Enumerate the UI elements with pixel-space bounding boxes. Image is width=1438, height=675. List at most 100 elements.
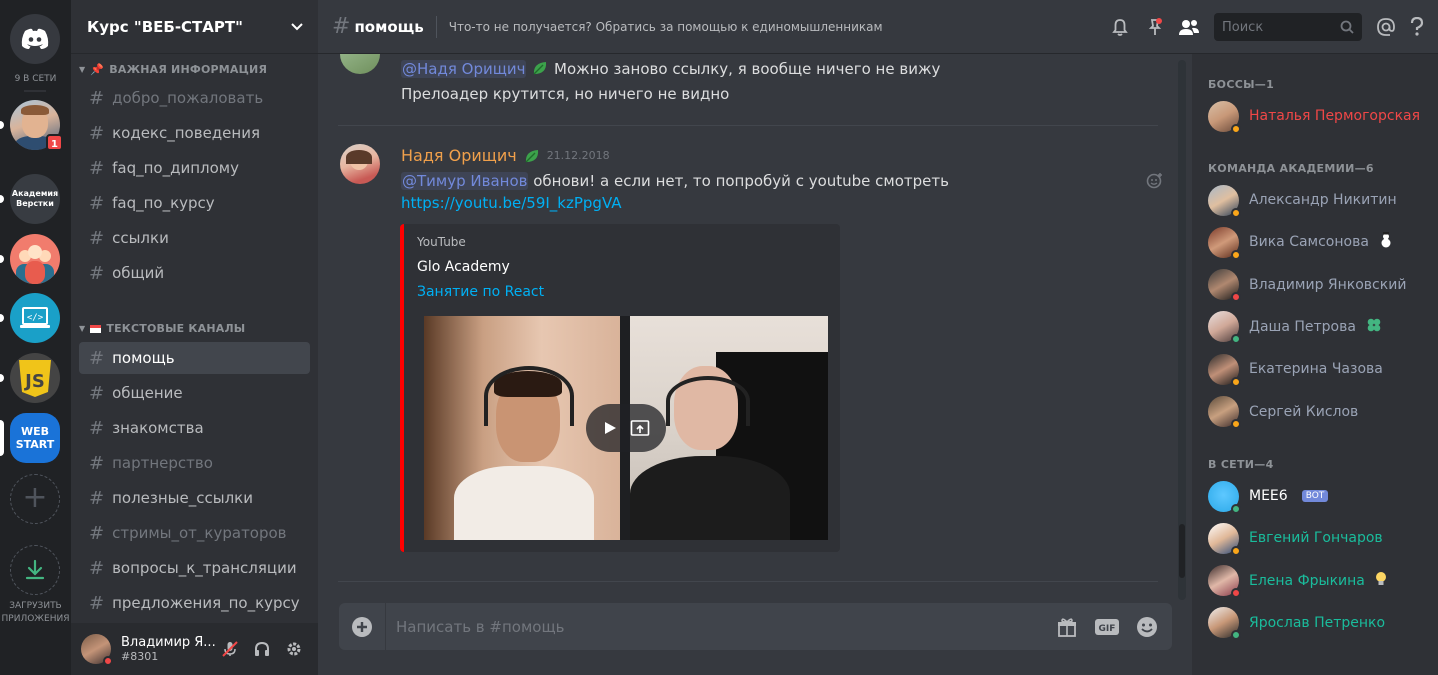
- channel-hash-icon: #: [89, 557, 105, 579]
- channel-title: помощь: [354, 17, 424, 36]
- user-mention[interactable]: @Тимур Иванов: [401, 172, 529, 190]
- message-avatar[interactable]: [340, 144, 380, 184]
- member-ярослав-петренко[interactable]: Ярослав Петренко: [1208, 607, 1385, 641]
- member-avatar: [1208, 480, 1241, 514]
- add-reaction-button[interactable]: [1146, 172, 1164, 194]
- message-divider: [338, 125, 1158, 126]
- channel-партнерство[interactable]: # партнерство: [79, 447, 310, 479]
- notification-bell-icon[interactable]: [1110, 17, 1130, 37]
- user-mention[interactable]: @Надя Орищич: [401, 60, 527, 78]
- status-online-indicator: [1231, 334, 1241, 345]
- user-panel: Владимир Я... #8301: [71, 623, 318, 675]
- search-input[interactable]: Поиск: [1214, 13, 1362, 41]
- settings-gear-icon[interactable]: [285, 640, 303, 658]
- member-list-icon[interactable]: [1178, 17, 1200, 37]
- message-author[interactable]: Надя Орищич: [401, 146, 517, 165]
- channel-вопросы_к_трансляции[interactable]: # вопросы_к_трансляции: [79, 552, 310, 584]
- member-сергей-кислов[interactable]: Сергей Кислов: [1208, 396, 1358, 429]
- member-наталья-пермогорская[interactable]: Наталья Пермогорская: [1208, 100, 1420, 134]
- server-icon-akademia[interactable]: Академия Верстки: [10, 174, 60, 224]
- channel-name: предложения_по_курсу: [112, 594, 300, 612]
- message-link[interactable]: https://youtu.be/59I_kzPpgVA: [401, 194, 622, 212]
- member-вика-самсонова[interactable]: Вика Самсонова: [1208, 226, 1393, 260]
- mentions-icon[interactable]: [1376, 17, 1396, 37]
- member-екатерина-чазова[interactable]: Екатерина Чазова: [1208, 353, 1383, 387]
- channel-faq_по_курсу[interactable]: # faq_по_курсу: [79, 187, 310, 219]
- member-name: Вика Самсонова: [1249, 234, 1369, 251]
- search-placeholder: Поиск: [1222, 19, 1264, 35]
- download-icon: [25, 559, 45, 580]
- code-laptop-icon: </>: [20, 307, 50, 328]
- member-list: БОССЫ—1 Наталья Пермогорская КОМАНДА АКА…: [1192, 54, 1438, 675]
- add-server-button[interactable]: +: [10, 474, 60, 524]
- help-icon[interactable]: [1410, 17, 1424, 37]
- channel-name: faq_по_курсу: [112, 194, 215, 212]
- channel-добро_пожаловать[interactable]: # добро_пожаловать: [79, 82, 310, 114]
- server-icon-js[interactable]: JS: [10, 353, 60, 403]
- member-владимир-янковский[interactable]: Владимир Янковский: [1208, 269, 1407, 303]
- js-shield-icon: JS: [19, 360, 51, 397]
- member-avatar: [1208, 565, 1241, 599]
- server-header[interactable]: Курс "ВЕБ-СТАРТ": [71, 0, 318, 54]
- upload-button[interactable]: [339, 616, 385, 638]
- channel-знакомства[interactable]: # знакомства: [79, 412, 310, 444]
- server-icon-webstart[interactable]: WEB START: [10, 413, 60, 463]
- home-button[interactable]: [10, 14, 60, 64]
- channel-кодекс_поведения[interactable]: # кодекс_поведения: [79, 117, 310, 149]
- channel-предложения_по_курсу[interactable]: # предложения_по_курсу: [79, 587, 310, 619]
- video-play-control[interactable]: [586, 404, 666, 452]
- category-text-channels[interactable]: ▼ ТЕКСТОВЫЕ КАНАЛЫ: [79, 322, 245, 335]
- gift-icon[interactable]: [1056, 616, 1078, 638]
- message-scrollbar-track[interactable]: [1178, 60, 1186, 600]
- embed-author[interactable]: Glo Academy: [417, 259, 510, 275]
- emoji-picker-icon[interactable]: [1136, 616, 1158, 638]
- channel-name: знакомства: [112, 419, 204, 437]
- server-akademia-label: Академия Верстки: [11, 189, 59, 208]
- channel-name: полезные_ссылки: [112, 489, 253, 507]
- download-apps-button[interactable]: [10, 545, 60, 595]
- role-header-team: КОМАНДА АКАДЕМИИ—6: [1208, 162, 1374, 175]
- channel-полезные_ссылки[interactable]: # полезные_ссылки: [79, 482, 310, 514]
- gif-icon[interactable]: GIF: [1094, 617, 1120, 637]
- message-input[interactable]: Написать в #помощь: [386, 618, 1056, 636]
- member-name: MEE6: [1249, 488, 1288, 504]
- category-important[interactable]: ▼ 📌 ВАЖНАЯ ИНФОРМАЦИЯ: [79, 63, 267, 76]
- member-александр-никитин[interactable]: Александр Никитин: [1208, 184, 1397, 218]
- member-елена-фрыкина[interactable]: Елена Фрыкина: [1208, 565, 1387, 599]
- pinned-messages-icon[interactable]: [1144, 17, 1164, 37]
- embed-title[interactable]: Занятие по React: [417, 284, 544, 300]
- user-avatar[interactable]: [81, 634, 113, 666]
- message-text-part: обнови! а если нет, то попробуй с youtub…: [528, 172, 949, 190]
- channel-hash-icon: #: [89, 452, 105, 474]
- channel-общий[interactable]: # общий: [79, 257, 310, 289]
- channel-faq_по_диплому[interactable]: # faq_по_диплому: [79, 152, 310, 184]
- headphones-icon[interactable]: [253, 640, 271, 658]
- message-scrollbar-thumb[interactable]: [1179, 524, 1185, 578]
- status-online-indicator: [1231, 503, 1241, 514]
- member-avatar: [1208, 522, 1241, 556]
- play-icon: [605, 422, 616, 434]
- mute-mic-icon[interactable]: [221, 640, 239, 658]
- member-mee6[interactable]: MEE6 BOT: [1208, 480, 1329, 514]
- embed-provider[interactable]: YouTube: [417, 235, 466, 249]
- channel-ссылки[interactable]: # ссылки: [79, 222, 310, 254]
- member-name: Владимир Янковский: [1249, 276, 1407, 293]
- channel-помощь[interactable]: # помощь: [79, 342, 310, 374]
- member-name: Елена Фрыкина: [1249, 572, 1365, 589]
- member-даша-петрова[interactable]: Даша Петрова: [1208, 311, 1382, 345]
- member-евгений-гончаров[interactable]: Евгений Гончаров: [1208, 522, 1383, 556]
- download-apps-label: ЗАГРУЗИТЬ ПРИЛОЖЕНИЯ: [0, 600, 71, 626]
- channel-topic[interactable]: Что-то не получается? Обратись за помощь…: [449, 20, 883, 34]
- channel-hash-icon: #: [89, 522, 105, 544]
- channel-стримы_от_кураторов[interactable]: # стримы_от_кураторов: [79, 517, 310, 549]
- chevron-down-icon: ▼: [79, 324, 86, 333]
- message-header: Надя Орищич 21.12.2018: [401, 146, 610, 165]
- server-icon-code[interactable]: </>: [10, 293, 60, 343]
- server-icon-people[interactable]: [10, 234, 60, 284]
- channel-общение[interactable]: # общение: [79, 377, 310, 409]
- channel-hash-icon: #: [89, 157, 105, 179]
- member-name: Евгений Гончаров: [1249, 530, 1383, 547]
- video-thumbnail[interactable]: [424, 316, 828, 540]
- message-text: @Надя Орищич Можно заново ссылку, я вооб…: [401, 59, 940, 78]
- message-avatar[interactable]: [340, 54, 380, 74]
